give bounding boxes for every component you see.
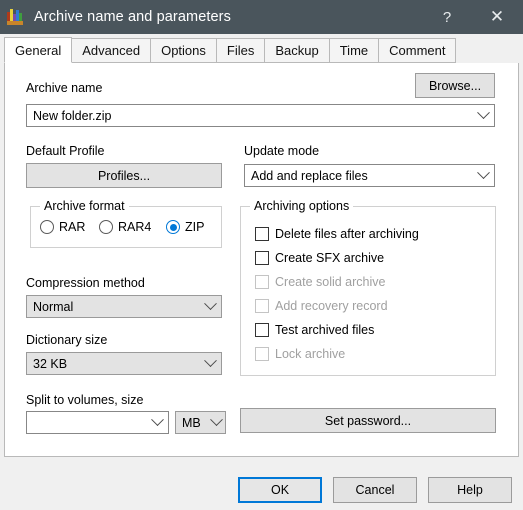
help-button[interactable]: Help: [428, 477, 512, 503]
update-mode-label: Update mode: [244, 144, 320, 158]
radio-indicator: [99, 220, 113, 234]
radio-zip-label: ZIP: [185, 220, 205, 234]
archive-name-combo[interactable]: New folder.zip: [26, 104, 495, 127]
checkbox-create-solid-archive: Create solid archive: [255, 275, 385, 289]
checkbox-create-sfx-archive[interactable]: Create SFX archive: [255, 251, 384, 265]
ok-button[interactable]: OK: [238, 477, 322, 503]
radio-rar[interactable]: RAR: [40, 220, 85, 234]
checkbox-indicator: [255, 299, 269, 313]
set-password-button[interactable]: Set password...: [240, 408, 496, 433]
chevron-down-icon[interactable]: [472, 166, 494, 180]
radio-rar-label: RAR: [59, 220, 86, 234]
compression-method-value: Normal: [33, 299, 74, 314]
archiving-options-group: Archiving options Delete files after arc…: [240, 199, 496, 376]
tab-bar: General Advanced Options Files Backup Ti…: [4, 37, 519, 64]
title-bar: Archive name and parameters ? ✕: [0, 0, 523, 34]
chevron-down-icon[interactable]: [207, 413, 225, 427]
browse-button[interactable]: Browse...: [415, 73, 495, 98]
checkbox-test-archived-files[interactable]: Test archived files: [255, 323, 374, 337]
update-mode-value: Add and replace files: [251, 168, 368, 183]
checkbox-add-recovery-record: Add recovery record: [255, 299, 388, 313]
chevron-down-icon[interactable]: [199, 297, 221, 311]
checkbox-lock-archive: Lock archive: [255, 347, 345, 361]
split-unit-value: MB: [182, 415, 201, 430]
checkbox-indicator: [255, 275, 269, 289]
update-mode-combo[interactable]: Add and replace files: [244, 164, 495, 187]
chevron-down-icon[interactable]: [146, 413, 168, 427]
profiles-button[interactable]: Profiles...: [26, 163, 222, 188]
checkbox-label: Add recovery record: [275, 299, 388, 313]
winrar-books-icon: [7, 9, 23, 25]
archive-format-group: Archive format RAR RAR4 ZIP: [30, 199, 222, 248]
cancel-button[interactable]: Cancel: [333, 477, 417, 503]
split-size-combo[interactable]: [26, 411, 169, 434]
chevron-down-icon[interactable]: [199, 354, 221, 368]
checkbox-label: Lock archive: [275, 347, 346, 361]
tab-comment[interactable]: Comment: [378, 38, 457, 63]
tab-advanced[interactable]: Advanced: [71, 38, 152, 63]
checkbox-indicator: [255, 347, 269, 361]
radio-rar4[interactable]: RAR4: [99, 220, 151, 234]
checkbox-indicator: [255, 323, 269, 337]
tab-backup[interactable]: Backup: [264, 38, 330, 63]
split-unit-combo[interactable]: MB: [175, 411, 226, 434]
checkbox-label: Test archived files: [275, 323, 375, 337]
dictionary-size-value: 32 KB: [33, 356, 68, 371]
general-tab-panel: Archive name Browse... New folder.zip De…: [4, 63, 519, 457]
split-to-volumes-label: Split to volumes, size: [26, 393, 144, 407]
default-profile-label: Default Profile: [26, 144, 105, 158]
compression-method-label: Compression method: [26, 276, 145, 290]
radio-indicator: [40, 220, 54, 234]
tab-options[interactable]: Options: [150, 38, 217, 63]
compression-method-combo[interactable]: Normal: [26, 295, 222, 318]
tab-files[interactable]: Files: [215, 38, 266, 63]
archive-parameters-dialog: Archive name and parameters ? ✕ General …: [0, 0, 523, 510]
checkbox-indicator: [255, 251, 269, 265]
archiving-options-title: Archiving options: [250, 199, 354, 213]
dictionary-size-combo[interactable]: 32 KB: [26, 352, 222, 375]
checkbox-label: Delete files after archiving: [275, 227, 419, 241]
tab-general[interactable]: General: [4, 37, 73, 63]
archive-format-title: Archive format: [40, 199, 129, 213]
checkbox-label: Create solid archive: [275, 275, 386, 289]
close-icon[interactable]: ✕: [475, 0, 519, 34]
tab-time[interactable]: Time: [328, 38, 380, 63]
radio-indicator-selected: [166, 220, 180, 234]
dictionary-size-label: Dictionary size: [26, 333, 108, 347]
checkbox-delete-files-after-archiving[interactable]: Delete files after archiving: [255, 227, 419, 241]
titlebar-help-button[interactable]: ?: [425, 0, 469, 34]
window-title: Archive name and parameters: [34, 9, 231, 25]
checkbox-indicator: [255, 227, 269, 241]
archive-name-label: Archive name: [26, 81, 103, 95]
checkbox-label: Create SFX archive: [275, 251, 385, 265]
chevron-down-icon[interactable]: [472, 106, 494, 120]
archive-name-input[interactable]: New folder.zip: [27, 109, 472, 123]
radio-rar4-label: RAR4: [118, 220, 152, 234]
radio-zip[interactable]: ZIP: [166, 220, 204, 234]
